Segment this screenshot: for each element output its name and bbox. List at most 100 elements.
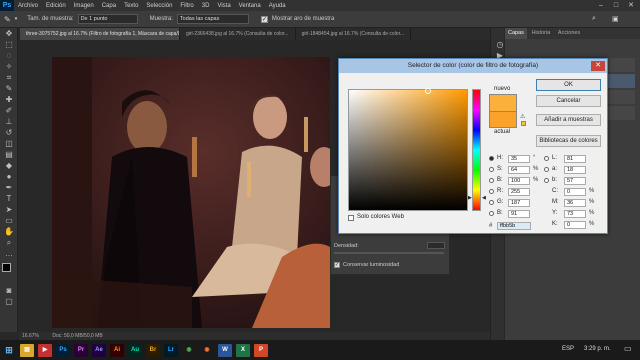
g-radio[interactable]: [489, 200, 494, 205]
app-ae-icon[interactable]: Ae: [92, 343, 106, 357]
s-field[interactable]: 64: [508, 166, 530, 174]
b-lab-radio[interactable]: [544, 178, 549, 183]
lasso-tool-icon[interactable]: ◌: [2, 51, 16, 61]
density-value[interactable]: [427, 242, 445, 249]
c-field[interactable]: 0: [564, 188, 586, 196]
chevron-down-icon[interactable]: ▾: [15, 16, 18, 22]
m-field[interactable]: 36: [564, 199, 586, 207]
eyedropper-icon[interactable]: ✎: [4, 15, 11, 24]
s-radio[interactable]: [489, 167, 494, 172]
shape-tool-icon[interactable]: ▭: [2, 216, 16, 226]
b-rgb-radio[interactable]: [489, 211, 494, 216]
gradient-tool-icon[interactable]: ▤: [2, 150, 16, 160]
healing-tool-icon[interactable]: ✚: [2, 95, 16, 105]
powerpoint-icon[interactable]: P: [254, 343, 268, 357]
maximize-icon[interactable]: □: [609, 0, 623, 11]
app-br-icon[interactable]: Br: [146, 343, 160, 357]
preserve-luminosity-checkbox[interactable]: ✓: [334, 262, 340, 268]
y-field[interactable]: 73: [564, 210, 586, 218]
pen-tool-icon[interactable]: ✒: [2, 183, 16, 193]
firefox-icon[interactable]: ◉: [200, 343, 214, 357]
a-radio[interactable]: [544, 167, 549, 172]
quick-mask-icon[interactable]: ◙: [2, 286, 16, 296]
menu-archivo[interactable]: Archivo: [14, 3, 42, 9]
show-ring-checkbox[interactable]: ✓: [260, 15, 268, 23]
doc-tab-3[interactable]: girl-1848454.jpg al 16.7% (Consulta de c…: [296, 28, 412, 40]
color-field[interactable]: [348, 88, 468, 211]
stamp-tool-icon[interactable]: ⊥: [2, 117, 16, 127]
workspace-icon[interactable]: ▣: [612, 15, 619, 23]
screen-mode-icon[interactable]: ▢: [2, 297, 16, 307]
menu-capa[interactable]: Capa: [98, 3, 120, 9]
density-slider[interactable]: [334, 252, 444, 254]
menu-texto[interactable]: Texto: [120, 3, 142, 9]
b-lab-field[interactable]: 57: [564, 177, 586, 185]
menu-filtro[interactable]: Filtro: [176, 3, 197, 9]
cancel-button[interactable]: Cancelar: [536, 95, 601, 107]
zoom-tool-icon[interactable]: ⌕: [2, 238, 16, 248]
color-libraries-button[interactable]: Bibliotecas de colores: [536, 135, 601, 147]
g-field[interactable]: 187: [508, 199, 530, 207]
start-icon[interactable]: ⊞: [2, 343, 16, 357]
web-only-checkbox[interactable]: [348, 215, 354, 221]
explorer-icon[interactable]: ▤: [20, 343, 34, 357]
b-field[interactable]: 100: [508, 177, 530, 185]
l-field[interactable]: 81: [564, 155, 586, 163]
close-icon[interactable]: ✕: [624, 0, 638, 11]
a-field[interactable]: 18: [564, 166, 586, 174]
b-rgb-field[interactable]: 91: [508, 210, 530, 218]
tab-historia[interactable]: Historia: [529, 28, 554, 39]
r-field[interactable]: 255: [508, 188, 530, 196]
color-swatches[interactable]: [0, 263, 17, 285]
language-indicator[interactable]: ESP: [562, 346, 574, 352]
menu-vista[interactable]: Vista: [213, 3, 234, 9]
sample-select[interactable]: Todas las capas: [176, 14, 249, 24]
tab-acciones[interactable]: Acciones: [555, 28, 583, 39]
history-brush-icon[interactable]: ↺: [2, 128, 16, 138]
hue-slider[interactable]: [472, 89, 481, 211]
blur-tool-icon[interactable]: ◆: [2, 161, 16, 171]
hex-field[interactable]: ffbb5b: [497, 222, 531, 230]
move-tool-icon[interactable]: ✥: [2, 29, 16, 39]
type-tool-icon[interactable]: T: [2, 194, 16, 204]
doc-tab-2[interactable]: girl-2366438.jpg al 16.7% (Consulta de c…: [180, 28, 296, 40]
minimize-icon[interactable]: –: [594, 0, 608, 11]
menu-seleccion[interactable]: Selección: [142, 3, 176, 9]
chrome-icon[interactable]: ◉: [182, 343, 196, 357]
path-select-icon[interactable]: ➤: [2, 205, 16, 215]
app-ps-icon[interactable]: Ps: [56, 343, 70, 357]
ok-button[interactable]: OK: [536, 79, 601, 91]
hand-tool-icon[interactable]: ✋: [2, 227, 16, 237]
excel-icon[interactable]: X: [236, 343, 250, 357]
menu-imagen[interactable]: Imagen: [70, 3, 98, 9]
menu-ventana[interactable]: Ventana: [235, 3, 265, 9]
clock[interactable]: 3:29 p. m.: [584, 346, 611, 352]
app-au-icon[interactable]: Au: [128, 343, 142, 357]
b-radio[interactable]: [489, 178, 494, 183]
l-radio[interactable]: [544, 156, 549, 161]
quick-select-tool-icon[interactable]: ✧: [2, 62, 16, 72]
gamut-color-swatch[interactable]: [521, 121, 526, 126]
menu-ayuda[interactable]: Ayuda: [265, 3, 290, 9]
eraser-tool-icon[interactable]: ◫: [2, 139, 16, 149]
search-icon[interactable]: ⌕: [592, 15, 596, 23]
k-field[interactable]: 0: [564, 221, 586, 229]
app-pr-icon[interactable]: Pr: [74, 343, 88, 357]
brush-tool-icon[interactable]: ✐: [2, 106, 16, 116]
notifications-icon[interactable]: ▭: [624, 344, 632, 353]
app-lr-icon[interactable]: Lr: [164, 343, 178, 357]
zoom-level[interactable]: 16.67%: [22, 333, 39, 339]
h-radio[interactable]: [489, 156, 494, 161]
r-radio[interactable]: [489, 189, 494, 194]
more-tools-icon[interactable]: …: [2, 249, 16, 259]
current-color-swatch[interactable]: [489, 111, 517, 128]
word-icon[interactable]: W: [218, 343, 232, 357]
sample-size-select[interactable]: De 1 punto: [77, 14, 138, 24]
menu-edicion[interactable]: Edición: [42, 3, 70, 9]
add-to-swatches-button[interactable]: Añadir a muestras: [536, 114, 601, 126]
document-photo[interactable]: [52, 57, 330, 328]
menu-3d[interactable]: 3D: [198, 3, 214, 9]
crop-tool-icon[interactable]: ⌗: [2, 73, 16, 83]
h-field[interactable]: 35: [508, 155, 530, 163]
doc-tab-1[interactable]: three-3075752.jpg al 16.7% (Filtro de fo…: [20, 28, 180, 40]
